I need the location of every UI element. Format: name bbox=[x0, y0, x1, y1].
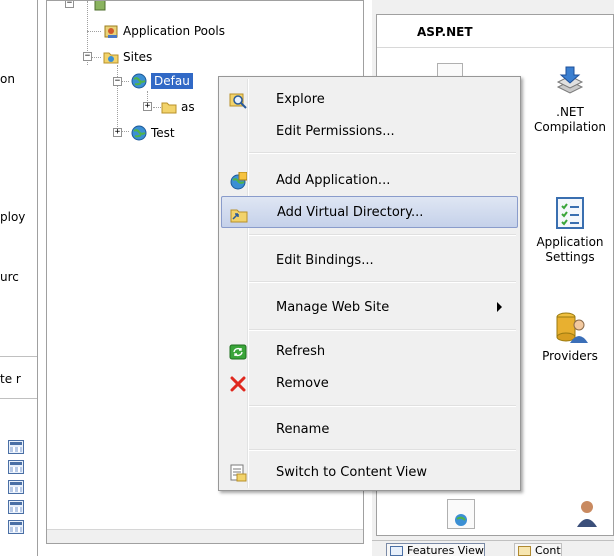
expand-toggle[interactable]: + bbox=[113, 128, 122, 137]
menu-item-label: Refresh bbox=[276, 343, 326, 359]
menu-item-switch-to-content-view[interactable]: Switch to Content View bbox=[221, 456, 518, 488]
menu-item-label: Add Application... bbox=[276, 172, 391, 188]
menu-item-label: Add Virtual Directory... bbox=[277, 204, 424, 220]
expand-toggle[interactable]: + bbox=[143, 102, 152, 111]
menu-separator bbox=[249, 281, 516, 283]
actions-text-fragment: te r bbox=[0, 372, 21, 386]
menu-item-add-virtual-directory[interactable]: Add Virtual Directory... bbox=[221, 196, 518, 228]
submenu-arrow-icon bbox=[497, 302, 502, 312]
menu-separator bbox=[249, 152, 516, 154]
feature-label: Compilation bbox=[533, 120, 607, 134]
grid-view-icon[interactable] bbox=[8, 460, 24, 474]
menu-item-edit-bindings[interactable]: Edit Bindings... bbox=[221, 244, 518, 276]
collapse-toggle[interactable]: − bbox=[113, 77, 122, 86]
page-icon bbox=[447, 499, 475, 529]
menu-item-label: Rename bbox=[276, 421, 330, 437]
feature-label: .NET bbox=[556, 105, 584, 119]
menu-item-label: Explore bbox=[276, 91, 325, 107]
grid-view-icon[interactable] bbox=[8, 440, 24, 454]
server-icon bbox=[92, 1, 108, 11]
menu-item-label: Switch to Content View bbox=[276, 464, 427, 480]
sites-folder-icon bbox=[103, 49, 119, 65]
menu-item-label: Edit Permissions... bbox=[276, 123, 395, 139]
tree-item-label: Sites bbox=[123, 50, 153, 64]
tree-item-server[interactable]: − bbox=[65, 1, 108, 13]
feature-providers[interactable]: Providers bbox=[525, 309, 613, 364]
collapse-toggle[interactable]: − bbox=[65, 1, 74, 8]
user-icon bbox=[569, 497, 599, 527]
tree-item-sites[interactable]: Sites bbox=[103, 47, 152, 67]
tree-connector bbox=[121, 131, 129, 132]
tree-item-application-pools[interactable]: Application Pools bbox=[103, 21, 225, 41]
feature-application-settings[interactable]: Application Settings bbox=[525, 195, 613, 265]
tree-item-label: as bbox=[181, 100, 195, 114]
content-view-tab[interactable]: Cont bbox=[514, 543, 562, 556]
menu-item-refresh[interactable]: Refresh bbox=[221, 335, 518, 367]
menu-separator bbox=[249, 449, 516, 451]
add-application-icon bbox=[229, 171, 248, 190]
tree-connector bbox=[121, 81, 129, 82]
folder-icon bbox=[161, 99, 177, 115]
content-view-icon bbox=[229, 464, 247, 482]
feature-label: Application bbox=[536, 235, 604, 249]
tree-item-label: Defau bbox=[151, 73, 193, 89]
actions-text-fragment: ploy bbox=[0, 210, 26, 224]
tab-label: Features View bbox=[407, 544, 484, 556]
feature-net-compilation[interactable]: .NET Compilation bbox=[525, 65, 613, 135]
menu-separator bbox=[249, 329, 516, 331]
content-view-icon bbox=[518, 546, 531, 556]
app-settings-icon bbox=[552, 195, 588, 231]
context-menu: Explore Edit Permissions... Add Applicat… bbox=[218, 76, 521, 491]
feature-label: Settings bbox=[545, 250, 595, 264]
feature-group-title: ASP.NET bbox=[417, 25, 473, 39]
menu-item-manage-web-site[interactable]: Manage Web Site bbox=[221, 291, 518, 323]
menu-item-label: Manage Web Site bbox=[276, 299, 390, 315]
add-virtual-directory-icon bbox=[230, 205, 248, 223]
app-pool-icon bbox=[103, 23, 119, 39]
tree-item-child-folder[interactable]: as bbox=[161, 97, 195, 117]
menu-item-add-application[interactable]: Add Application... bbox=[221, 164, 518, 196]
tab-label: Cont bbox=[535, 544, 561, 556]
remove-icon bbox=[229, 375, 247, 393]
tree-item-label: Test bbox=[151, 126, 175, 140]
explore-icon bbox=[229, 91, 247, 109]
globe-icon bbox=[131, 73, 147, 89]
menu-separator bbox=[249, 234, 516, 236]
globe-icon bbox=[131, 125, 147, 141]
divider bbox=[0, 356, 37, 357]
features-view-tab[interactable]: Features View bbox=[386, 543, 485, 556]
divider bbox=[0, 398, 37, 399]
menu-item-label: Edit Bindings... bbox=[276, 252, 374, 268]
collapse-toggle[interactable]: − bbox=[83, 52, 92, 61]
menu-item-label: Remove bbox=[276, 375, 329, 391]
refresh-icon bbox=[229, 343, 247, 361]
grid-view-icon[interactable] bbox=[8, 520, 24, 534]
tree-item-test[interactable]: Test bbox=[131, 123, 175, 143]
grid-view-icon[interactable] bbox=[8, 480, 24, 494]
actions-text-fragment: on bbox=[0, 72, 15, 86]
view-tabs: Features View Cont bbox=[372, 540, 614, 556]
menu-item-rename[interactable]: Rename bbox=[221, 413, 518, 445]
features-view-icon bbox=[390, 546, 403, 556]
grid-view-icon[interactable] bbox=[8, 500, 24, 514]
tree-item-label: Application Pools bbox=[123, 24, 225, 38]
divider bbox=[377, 47, 613, 48]
actions-panel-fragment: on ploy urc te r bbox=[0, 0, 38, 556]
horizontal-scrollbar[interactable] bbox=[47, 529, 363, 543]
tree-connector bbox=[87, 31, 101, 32]
tree-connector bbox=[91, 57, 101, 58]
menu-item-explore[interactable]: Explore bbox=[221, 83, 518, 115]
menu-item-edit-permissions[interactable]: Edit Permissions... bbox=[221, 115, 518, 147]
feature-label: Providers bbox=[542, 349, 598, 363]
tree-connector bbox=[153, 107, 161, 108]
menu-item-remove[interactable]: Remove bbox=[221, 367, 518, 399]
menu-separator bbox=[249, 405, 516, 407]
net-compilation-icon bbox=[552, 65, 588, 101]
providers-icon bbox=[552, 309, 588, 345]
tree-item-default-web-site[interactable]: Defau bbox=[131, 71, 193, 91]
actions-text-fragment: urc bbox=[0, 270, 19, 284]
